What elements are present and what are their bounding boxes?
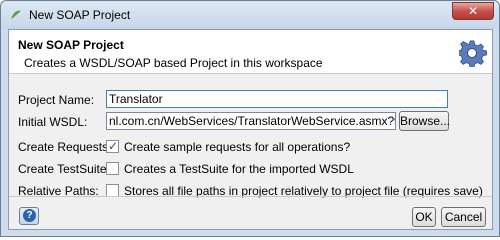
cancel-button[interactable]: Cancel	[441, 207, 486, 227]
soapui-logo-icon	[11, 10, 21, 19]
footer-separator	[9, 196, 492, 197]
header-title: New SOAP Project	[18, 38, 124, 52]
close-button[interactable]: ✕	[452, 2, 494, 20]
checkmark-icon: ✓	[108, 139, 119, 153]
ok-button[interactable]: OK	[412, 207, 436, 227]
dialog-header: New SOAP Project Creates a WSDL/SOAP bas…	[9, 30, 492, 74]
header-description: Creates a WSDL/SOAP based Project in thi…	[24, 56, 323, 70]
create-testsuite-checkbox[interactable]	[106, 162, 119, 175]
create-requests-label: Create Requests:	[18, 140, 112, 154]
project-name-label: Project Name:	[18, 93, 95, 107]
help-button[interactable]: ?	[19, 207, 39, 225]
window-title: New SOAP Project	[29, 8, 131, 22]
dialog-client: New SOAP Project Creates a WSDL/SOAP bas…	[8, 29, 493, 230]
gear-icon	[459, 40, 487, 67]
create-requests-text: Create sample requests for all operation…	[124, 140, 351, 154]
create-testsuite-text: Creates a TestSuite for the imported WSD…	[124, 162, 354, 176]
project-name-input[interactable]: Translator	[106, 90, 448, 108]
browse-button[interactable]: Browse...	[399, 111, 450, 131]
create-requests-checkbox[interactable]: ✓	[106, 139, 119, 153]
initial-wsdl-label: Initial WSDL:	[18, 115, 88, 129]
create-testsuite-label: Create TestSuite:	[18, 162, 110, 176]
dialog-window: New SOAP Project ✕ New SOAP Project Crea…	[0, 0, 500, 237]
initial-wsdl-input[interactable]: nl.com.cn/WebServices/TranslatorWebServi…	[106, 112, 396, 130]
help-icon: ?	[23, 209, 36, 222]
title-bar[interactable]: New SOAP Project ✕	[1, 1, 499, 29]
